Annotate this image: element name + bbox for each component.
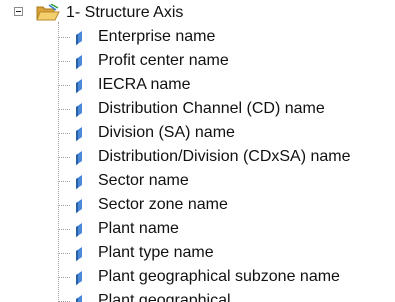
tree-connector-line (58, 133, 70, 134)
tree-item-label: Division (SA) name (98, 124, 235, 141)
field-icon (75, 30, 83, 45)
field-icon (75, 102, 83, 117)
collapse-minus-icon[interactable] (14, 7, 23, 16)
tree-node-label: 1- Structure Axis (66, 4, 184, 21)
tree-item-label: Enterprise name (98, 28, 216, 45)
field-icon (75, 150, 83, 165)
tree-connector-line (58, 22, 59, 302)
field-icon (75, 222, 83, 237)
tree-item-label: Profit center name (98, 52, 229, 69)
tree-item-label: Distribution Channel (CD) name (98, 100, 325, 117)
field-icon (75, 294, 83, 302)
tree-connector-line (58, 205, 70, 206)
field-icon (75, 198, 83, 213)
tree-connector-line (58, 181, 70, 182)
tree-connector-line (58, 61, 70, 62)
field-icon (75, 270, 83, 285)
tree-connector-line (58, 85, 70, 86)
field-icon (75, 54, 83, 69)
tree-item-label: Sector name (98, 172, 189, 189)
tree-connector-line (58, 37, 70, 38)
tree-view: 1- Structure Axis Enterprise name Profit … (0, 0, 395, 302)
tree-item-label: Plant geographical subzone name (98, 268, 340, 285)
field-icon (75, 78, 83, 93)
field-icon (75, 126, 83, 141)
tree-connector-line (58, 157, 70, 158)
tree-item-label: IECRA name (98, 76, 191, 93)
tree-connector-line (58, 277, 70, 278)
tree-item-label: Distribution/Division (CDxSA) name (98, 148, 351, 165)
tree-item-label: Plant name (98, 220, 179, 237)
tree-connector-line (58, 109, 70, 110)
tree-item-label: Plant geographical (98, 292, 231, 302)
field-icon (75, 174, 83, 189)
open-folder-icon (36, 3, 60, 22)
tree-connector-line (58, 229, 70, 230)
tree-connector-line (58, 253, 70, 254)
tree-item-label: Plant type name (98, 244, 214, 261)
field-icon (75, 246, 83, 261)
tree-item-label: Sector zone name (98, 196, 228, 213)
